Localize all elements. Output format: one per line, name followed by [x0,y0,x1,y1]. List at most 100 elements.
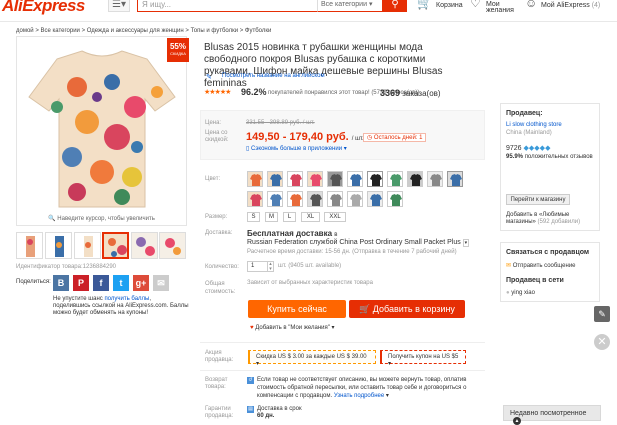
learn-more-link[interactable]: Узнать подробнее [334,393,384,399]
zoom-hint-text: Наведите курсор, чтобы увеличить [57,216,155,222]
chevron-down-icon[interactable]: ▾ [462,239,470,247]
aliexpress-logo[interactable]: AliExpress [2,0,85,16]
user-icon[interactable]: ☺ [525,0,537,10]
wishlist-link[interactable]: Мои желания [486,1,516,14]
search-button[interactable]: ⚲ [383,0,407,12]
size-option[interactable]: L [283,212,296,222]
translate-link[interactable]: Посмотреть название на английском [222,73,325,79]
thumbnail[interactable] [74,232,101,259]
color-swatch[interactable] [347,191,363,207]
share-promo: Не упустите шанс получить баллы, поделив… [53,296,189,317]
color-swatch[interactable] [447,171,463,187]
account-link[interactable]: Мой AliExpress (4) [541,2,600,9]
seller-score: 9726 ◆◆◆◆◆ [506,144,550,152]
googleplus-icon[interactable]: g+ [133,275,149,291]
facebook-icon[interactable]: f [93,275,109,291]
points-link[interactable]: получить баллы [104,296,149,302]
orders: 3369 заказа(ов) [380,88,441,98]
quantity-stepper[interactable]: ▴ ▾ [268,261,274,272]
color-swatch[interactable] [267,191,283,207]
seller-positive-text: положительных отзывов [524,154,593,160]
add-to-wishlist[interactable]: ♥ Добавить в "Мои желания" ▾ [250,324,335,331]
thumbnail[interactable] [131,232,158,259]
cart-link[interactable]: Корзина [436,2,463,9]
search-category-select[interactable]: Все категории ▾ [317,0,383,12]
breadcrumb[interactable]: домой > Все категории > Одежда и аксессу… [16,28,271,34]
top-header: AliExpress ☰▾ Я ищу... Все категории ▾ ⚲… [0,0,617,22]
color-swatch[interactable] [287,191,303,207]
recently-viewed-bar[interactable]: Недавно посмотренное ▲ [503,405,601,425]
coupon-get[interactable]: Получить купон на US $5 ▾ [380,350,466,367]
account-count: (4) [591,2,601,9]
cart-icon[interactable]: 🛒 [417,0,432,10]
color-swatch[interactable] [367,191,383,207]
swatch-image [430,174,442,186]
heart-icon: ♥ [250,325,254,331]
send-message-link[interactable]: ✉ Отправить сообщение [506,262,576,269]
color-swatch[interactable] [327,171,343,187]
account-label: Мой AliExpress [541,2,590,9]
heart-icon[interactable]: ♡ [470,0,481,10]
qty-available: шт. (9405 шт. available) [278,263,342,269]
swatch-image [410,174,422,186]
delivery-guarantee-text: Доставка в срок [257,406,302,412]
size-option[interactable]: XL [301,212,320,222]
search-input[interactable]: Я ищу... [137,0,317,12]
thumbnail-image [104,234,127,257]
color-swatch[interactable] [307,191,323,207]
add-favorite-store[interactable]: Добавить в «Любимые магазины» (592 добав… [506,212,596,226]
days-left-text: Осталось дней: 1 [373,135,423,141]
add-to-cart-button[interactable]: 🛒 Добавить в корзину [349,300,465,318]
diamond-icon: ◆◆◆◆◆ [523,145,551,152]
seller-name[interactable]: Li slow clothing store [506,122,562,128]
color-swatch[interactable] [247,171,263,187]
close-icon[interactable]: ✕ [594,334,610,350]
go-to-store-button[interactable]: Перейти к магазину [506,194,570,205]
app-save-link[interactable]: ▯ Сэкономь больше в приложении ▾ [246,145,347,152]
rating-percent: 96.2% [241,87,267,97]
product-id: Идентификатор товара:1236884290 [16,264,117,270]
buy-now-button[interactable]: Купить сейчас [248,300,346,318]
twitter-icon[interactable]: t [113,275,129,291]
email-icon[interactable]: ✉ [153,275,169,291]
delivery-time: Расчетное время доставки: 15-56 дн. (Отп… [247,249,457,255]
swatch-image [370,194,382,206]
color-swatch[interactable] [347,171,363,187]
thumbnail-selected[interactable] [102,232,129,259]
coupon-discount[interactable]: Скидка US $ 3.00 за каждые US $ 39.00 ▾ [248,350,376,367]
edit-icon[interactable]: ✎ [594,306,610,322]
color-swatch[interactable] [387,171,403,187]
online-seller[interactable]: ● ying xiao [506,290,535,296]
size-option[interactable]: M [265,212,278,222]
price-label: Цена: [205,120,222,126]
color-swatch[interactable] [367,171,383,187]
delivery-guarantee-days: 60 дн. [257,413,275,419]
color-swatch[interactable] [247,191,263,207]
thumbnail[interactable] [45,232,72,259]
days-left-badge: ◷ Осталось дней: 1 [363,133,427,142]
color-swatch[interactable] [267,171,283,187]
thumbnail-image [46,233,71,258]
size-option[interactable]: XXL [324,212,346,222]
color-swatch[interactable] [327,191,343,207]
pinterest-icon[interactable]: P [73,275,89,291]
delivery-service[interactable]: Russian Federation службой China Post Or… [247,239,470,247]
thumbnail[interactable] [159,232,186,259]
size-option[interactable]: S [247,212,260,222]
menu-icon[interactable]: ☰▾ [108,0,130,12]
translate-icon[interactable]: ✎ [206,73,212,81]
color-swatch[interactable] [307,171,323,187]
chevron-up-icon: ▲ [513,417,521,425]
thumbnail[interactable] [16,232,43,259]
quantity-input[interactable]: 1 [247,261,268,272]
product-title: Blusas 2015 новинка т рубашки женщины мо… [204,42,443,89]
main-product-image[interactable] [16,36,187,226]
thumbnail-image [17,233,42,258]
swatch-image [310,194,322,206]
color-swatch[interactable] [387,191,403,207]
color-swatch[interactable] [407,171,423,187]
orders-label: заказа(ов) [402,89,441,98]
color-swatch[interactable] [287,171,303,187]
vk-icon[interactable]: B [53,275,69,291]
color-swatch[interactable] [427,171,443,187]
